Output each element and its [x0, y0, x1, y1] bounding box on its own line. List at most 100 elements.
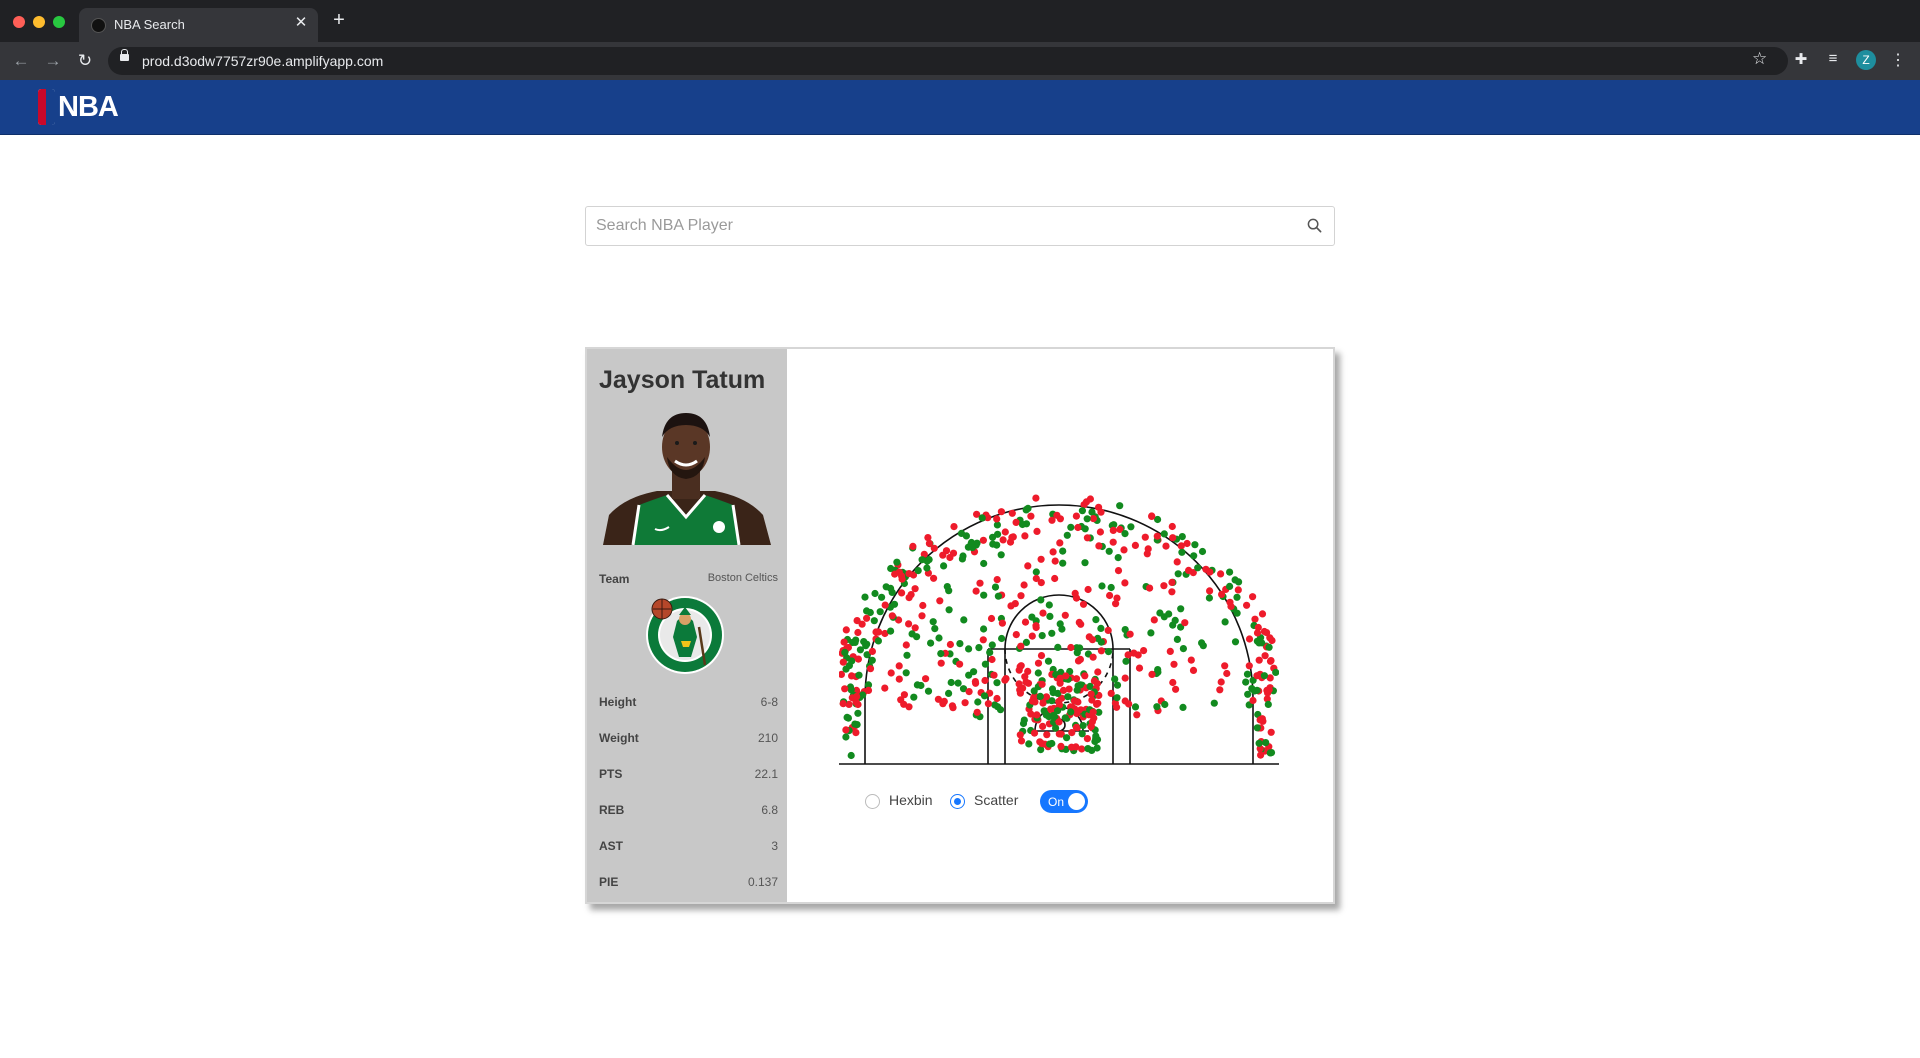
shot-marker: [874, 637, 882, 645]
browser-menu-icon[interactable]: ⋮: [1890, 50, 1906, 70]
shot-marker: [1113, 694, 1121, 702]
shot-marker: [993, 515, 1001, 523]
shot-marker: [1072, 512, 1080, 520]
shot-marker: [866, 665, 875, 673]
shot-marker: [914, 567, 922, 575]
shot-marker: [1057, 742, 1065, 750]
shot-marker: [996, 706, 1005, 714]
toggle-switch[interactable]: On: [1040, 790, 1088, 813]
shot-marker: [988, 655, 996, 664]
shot-marker: [1019, 684, 1027, 692]
shot-marker: [1021, 673, 1029, 681]
shot-marker: [1181, 619, 1189, 627]
toggle-knob: [1068, 793, 1085, 810]
player-search[interactable]: [585, 206, 1335, 246]
shot-marker: [1205, 594, 1213, 602]
shot-marker: [1183, 539, 1191, 548]
tab-close-icon[interactable]: ✕: [292, 14, 310, 32]
shot-marker: [1217, 678, 1225, 686]
team-name: Boston Celtics: [707, 572, 778, 584]
shot-marker: [1032, 622, 1040, 630]
shot-marker: [1114, 567, 1123, 575]
shot-marker: [861, 593, 869, 601]
shot-marker: [1125, 700, 1133, 708]
shot-marker: [1234, 586, 1242, 594]
hexbin-radio[interactable]: [865, 794, 880, 809]
shot-marker: [909, 542, 917, 550]
shot-marker: [868, 647, 876, 655]
shot-marker: [1045, 601, 1053, 609]
shot-marker: [1173, 558, 1181, 566]
shot-marker: [993, 679, 1001, 687]
shot-marker: [905, 703, 913, 711]
shot-marker: [1249, 696, 1257, 705]
shot-marker: [908, 630, 916, 638]
shot-marker: [1165, 610, 1173, 618]
shot-marker: [1067, 708, 1075, 716]
shot-marker: [1074, 698, 1082, 706]
media-queue-icon[interactable]: ≡: [1824, 50, 1842, 67]
address-bar[interactable]: prod.d3odw7757zr90e.amplifyapp.com: [108, 47, 1788, 75]
shot-marker: [859, 691, 867, 699]
shot-marker: [1221, 662, 1229, 670]
scatter-label[interactable]: Scatter: [974, 792, 1018, 808]
shot-marker: [1113, 703, 1121, 711]
shot-marker: [1093, 744, 1101, 752]
player-headshot: [595, 405, 777, 545]
window-minimize-button[interactable]: [33, 16, 45, 28]
shot-marker: [994, 592, 1002, 600]
shot-marker: [848, 672, 856, 680]
shot-marker: [1039, 609, 1047, 617]
shot-marker: [981, 660, 989, 668]
stat-value: 6.8: [761, 803, 778, 817]
stat-label: Height: [599, 695, 637, 709]
shot-marker: [1130, 649, 1138, 657]
shot-marker: [1028, 697, 1036, 705]
window-close-button[interactable]: [13, 16, 25, 28]
search-icon[interactable]: [1307, 218, 1322, 233]
shot-marker: [1086, 495, 1094, 503]
shot-marker: [1122, 657, 1130, 665]
shot-marker: [1022, 506, 1030, 514]
stat-label: Weight: [599, 731, 639, 745]
shot-marker: [1021, 618, 1030, 626]
shot-marker: [1206, 587, 1214, 595]
shot-marker: [1262, 739, 1270, 747]
shot-marker: [1198, 547, 1207, 556]
shot-marker: [1221, 618, 1229, 626]
reload-icon[interactable]: ↻: [74, 50, 96, 72]
hexbin-label[interactable]: Hexbin: [889, 792, 933, 808]
shot-marker: [1087, 723, 1095, 731]
new-tab-button[interactable]: +: [328, 10, 350, 30]
search-input[interactable]: [596, 215, 1296, 237]
shot-marker: [979, 536, 987, 544]
shot-marker: [1249, 593, 1257, 601]
shot-marker: [923, 564, 931, 572]
shot-marker: [905, 620, 913, 628]
shot-marker: [1120, 546, 1128, 554]
shot-marker: [1030, 687, 1038, 695]
shot-marker: [1027, 512, 1035, 520]
scatter-radio[interactable]: [950, 794, 965, 809]
profile-avatar[interactable]: Z: [1856, 50, 1876, 70]
shot-marker: [1121, 674, 1129, 682]
back-arrow-icon[interactable]: ←: [10, 50, 32, 72]
shot-marker: [1156, 609, 1164, 617]
nba-logo[interactable]: NBA: [38, 88, 119, 126]
shot-marker: [1105, 547, 1113, 555]
shot-marker: [1179, 645, 1187, 653]
extensions-puzzle-icon[interactable]: ✚: [1792, 50, 1810, 68]
shot-marker: [1032, 574, 1040, 583]
shot-marker: [1172, 685, 1180, 693]
shot-marker: [1141, 533, 1149, 541]
browser-tab[interactable]: NBA Search ✕: [79, 8, 318, 42]
bookmark-star-icon[interactable]: ☆: [1752, 49, 1767, 69]
shot-marker: [1090, 677, 1098, 685]
window-maximize-button[interactable]: [53, 16, 65, 28]
shot-marker: [1032, 568, 1040, 576]
shot-marker: [1178, 533, 1186, 541]
shot-marker: [1260, 627, 1268, 636]
shot-marker: [1169, 534, 1177, 542]
forward-arrow-icon[interactable]: →: [42, 50, 64, 72]
shot-marker: [902, 669, 910, 677]
